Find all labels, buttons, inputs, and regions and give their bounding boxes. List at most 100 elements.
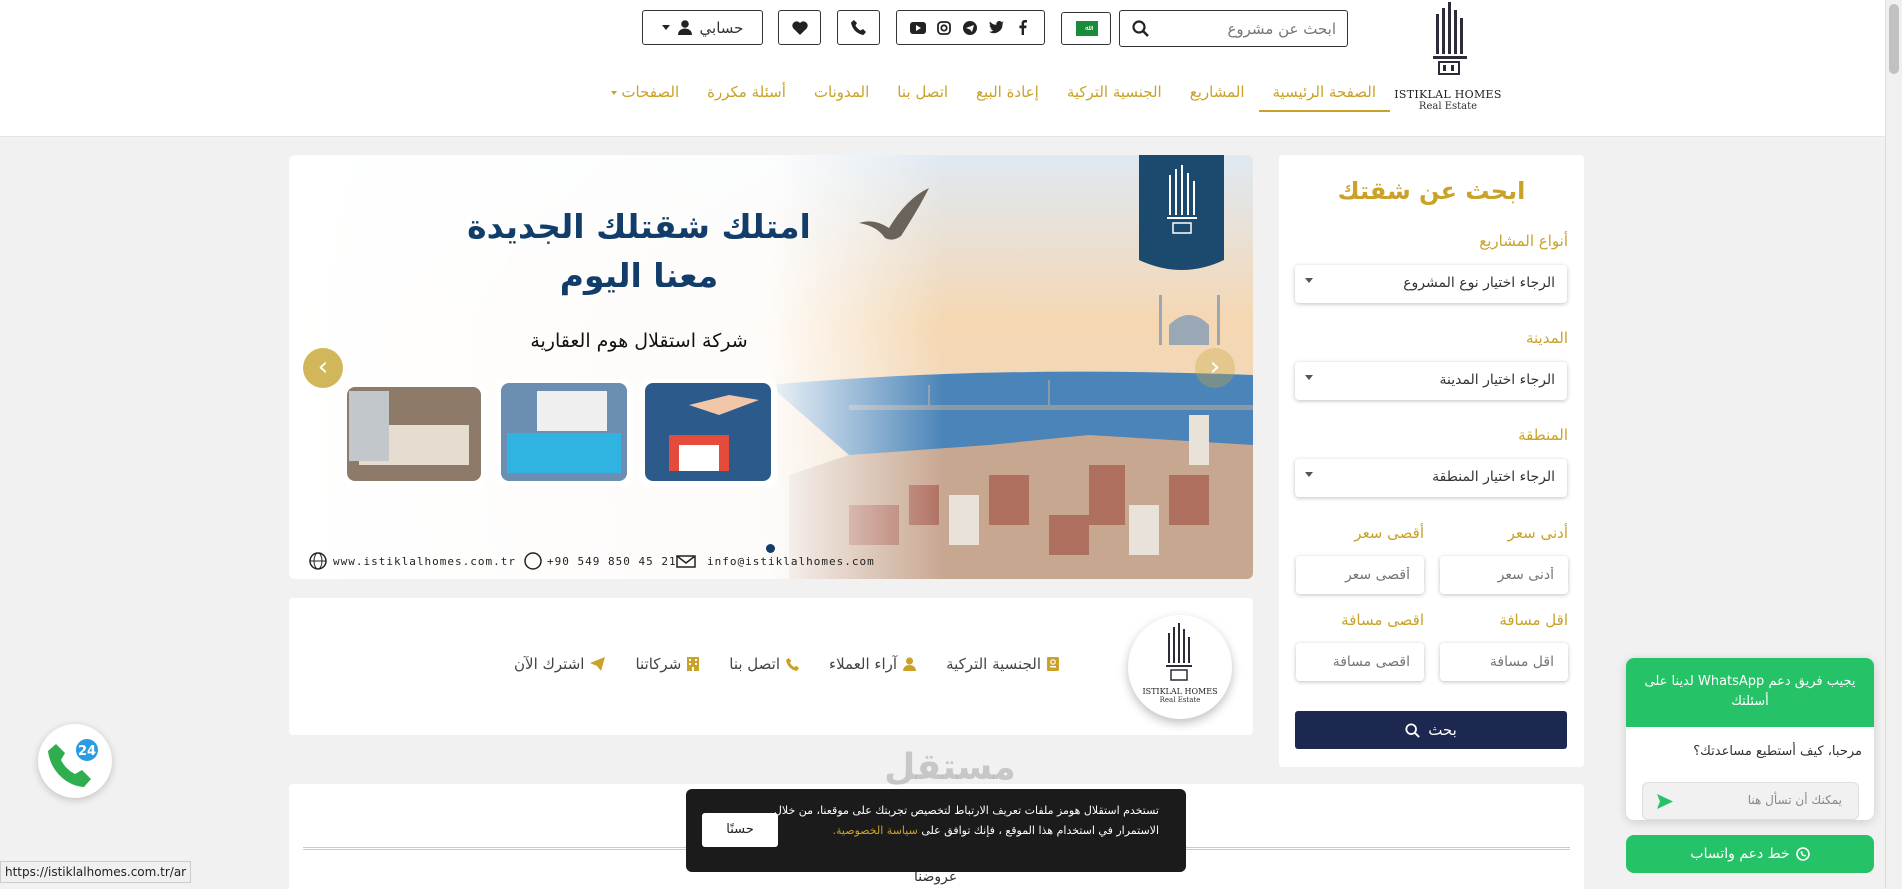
cookie-accept-button[interactable]: حسنًا <box>702 813 778 847</box>
min-distance-input[interactable] <box>1440 643 1568 681</box>
quick-link-companies[interactable]: شركاتنا <box>635 655 700 673</box>
browser-status-url: https://istiklalhomes.com.tr/ar <box>0 861 192 883</box>
project-search-input[interactable] <box>1156 11 1344 46</box>
account-label: حسابي <box>699 18 744 37</box>
min-distance-label: اقل مسافة <box>1499 611 1568 629</box>
search-submit-button[interactable]: بحث <box>1295 711 1567 749</box>
heart-icon <box>791 20 808 35</box>
nav-item-home[interactable]: الصفحة الرئيسية <box>1258 82 1390 112</box>
hero-email: info@istiklalhomes.com <box>707 555 875 568</box>
telegram-icon[interactable] <box>962 20 978 36</box>
facebook-icon[interactable] <box>1015 20 1031 36</box>
youtube-icon[interactable] <box>910 20 927 36</box>
quick-link-citizenship[interactable]: الجنسية التركية <box>946 655 1059 673</box>
hero-phone: +90 549 850 45 21 <box>547 555 677 568</box>
user-icon <box>677 20 692 35</box>
watermark-arabic: مستقل <box>884 747 1016 788</box>
city-label: المدينة <box>1525 329 1568 347</box>
site-header: ISTIKLAL HOMES Real Estate ﷲ حسابي الصفح… <box>0 0 1885 137</box>
hero-title-line1: امتلك شقتلك الجديدة <box>467 207 811 246</box>
passport-icon <box>1047 657 1059 671</box>
hero-slider: امتلك شقتلك الجديدة معنا اليوم شركة استق… <box>289 155 1253 579</box>
call-button[interactable] <box>837 10 880 45</box>
max-distance-label: اقصى مسافة <box>1341 611 1424 629</box>
nav-item-resale[interactable]: إعادة البيع <box>962 82 1053 112</box>
nav-item-citizenship[interactable]: الجنسية التركية <box>1053 82 1176 112</box>
nav-item-contact[interactable]: اتصل بنا <box>883 82 962 112</box>
phone-icon <box>851 20 866 35</box>
min-price-input[interactable] <box>1440 556 1568 594</box>
quick-links: الجنسية التركية آراء العملاء اتصل بنا شر… <box>459 655 1059 673</box>
search-icon <box>1405 722 1421 738</box>
quick-links-logo: ISTIKLAL HOMES Real Estate <box>1128 615 1232 719</box>
logo-building-icon <box>1166 623 1192 681</box>
scrollbar-thumb[interactable] <box>1889 4 1899 74</box>
quick-link-testimonials-label: آراء العملاء <box>829 655 898 673</box>
chevron-down-icon <box>1305 472 1313 477</box>
saudi-flag-icon: ﷲ <box>1076 21 1098 36</box>
slider-next-button[interactable]: › <box>1195 348 1235 388</box>
region-value: الرجاء اختيار المنطقة <box>1432 469 1555 485</box>
max-distance-input[interactable] <box>1296 643 1424 681</box>
user-icon <box>903 657 917 671</box>
whatsapp-icon <box>1795 847 1810 861</box>
max-price-input[interactable] <box>1296 556 1424 594</box>
privacy-policy-link[interactable]: سياسة الخصوصية. <box>833 824 918 837</box>
quick-link-companies-label: شركاتنا <box>635 655 682 673</box>
nav-item-blogs[interactable]: المدونات <box>800 82 883 112</box>
whatsapp-widget-header: يجيب فريق دعم WhatsApp لدينا على أسئلتك <box>1626 658 1874 727</box>
quick-link-subscribe[interactable]: اشترك الآن <box>514 655 606 673</box>
quick-link-testimonials[interactable]: آراء العملاء <box>829 655 917 673</box>
project-type-value: الرجاء اختيار نوع المشروع <box>1403 275 1555 291</box>
quick-link-subscribe-label: اشترك الآن <box>514 655 585 673</box>
logo-tagline: Real Estate <box>1418 101 1478 112</box>
site-logo[interactable]: ISTIKLAL HOMES Real Estate <box>1393 0 1503 118</box>
send-icon[interactable] <box>1657 794 1673 809</box>
nav-item-pages-label: الصفحات <box>621 83 680 101</box>
slider-prev-button[interactable]: ‹ <box>303 348 343 388</box>
quick-logo-name: ISTIKLAL HOMES <box>1142 687 1218 696</box>
nav-item-pages[interactable]: الصفحات <box>597 82 694 112</box>
max-price-label: أقصى سعر <box>1354 524 1424 542</box>
whatsapp-message-input[interactable]: يمكنك أن تسأل هنا <box>1642 782 1859 820</box>
quick-link-contact[interactable]: اتصل بنا <box>729 655 800 673</box>
region-select[interactable]: الرجاء اختيار المنطقة <box>1295 459 1567 497</box>
language-flag-button[interactable]: ﷲ <box>1061 12 1111 45</box>
project-type-select[interactable]: الرجاء اختيار نوع المشروع <box>1295 265 1567 303</box>
account-dropdown[interactable]: حسابي <box>642 10 763 45</box>
logo-name: ISTIKLAL HOMES <box>1394 88 1502 101</box>
call-24-badge: 24 <box>74 737 100 763</box>
chevron-down-icon <box>610 90 617 95</box>
search-panel-title: ابحث عن شقتك <box>1337 177 1526 205</box>
instagram-icon[interactable] <box>936 20 952 36</box>
whatsapp-support-label: خط دعم واتساب <box>1690 846 1790 862</box>
region-label: المنطقة <box>1518 426 1568 444</box>
phone-icon <box>786 657 800 671</box>
whatsapp-support-button[interactable]: خط دعم واتساب <box>1626 835 1874 873</box>
quick-logo-tagline: Real Estate <box>1159 696 1201 704</box>
page-scrollbar[interactable] <box>1885 0 1902 889</box>
twitter-icon[interactable] <box>989 20 1005 36</box>
whatsapp-input-placeholder: يمكنك أن تسأل هنا <box>1747 793 1842 807</box>
apartment-search-panel: ابحث عن شقتك أنواع المشاريع الرجاء اختيا… <box>1279 155 1584 767</box>
nav-item-projects[interactable]: المشاريع <box>1176 82 1259 112</box>
quick-link-citizenship-label: الجنسية التركية <box>946 655 1041 673</box>
slider-dot[interactable] <box>766 544 775 553</box>
cookie-text-line1: تستخدم استقلال هومز ملفات تعريف الارتباط… <box>816 804 1159 817</box>
project-type-label: أنواع المشاريع <box>1479 232 1568 250</box>
quick-link-contact-label: اتصل بنا <box>729 655 781 673</box>
chevron-down-icon <box>1305 278 1313 283</box>
call-24-button[interactable]: 24 <box>38 724 112 798</box>
quick-links-panel: ISTIKLAL HOMES Real Estate الجنسية الترك… <box>289 598 1253 735</box>
social-links <box>896 10 1045 45</box>
main-nav: الصفحة الرئيسية المشاريع الجنسية التركية… <box>500 82 1390 114</box>
favorites-button[interactable] <box>778 10 821 45</box>
cookie-text: تستخدم استقلال هومز ملفات تعريف الارتباط… <box>769 801 1159 841</box>
city-select[interactable]: الرجاء اختيار المدينة <box>1295 362 1567 400</box>
project-search <box>1119 10 1348 47</box>
search-icon[interactable] <box>1132 20 1149 41</box>
min-price-label: أدنى سعر <box>1507 524 1568 542</box>
hero-website: www.istiklalhomes.com.tr <box>333 555 516 568</box>
cookie-consent-bar: تستخدم استقلال هومز ملفات تعريف الارتباط… <box>686 789 1186 872</box>
nav-item-faq[interactable]: أسئلة مكررة <box>693 82 800 112</box>
